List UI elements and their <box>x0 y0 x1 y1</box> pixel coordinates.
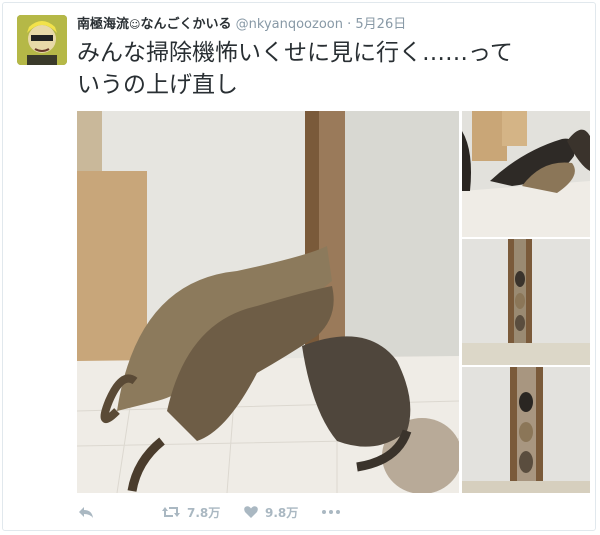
user-handle[interactable]: @nkyanqoozoon <box>236 17 343 32</box>
retweet-button[interactable]: 7.8万 <box>161 500 220 524</box>
photo-main[interactable] <box>77 111 459 493</box>
photo-thumbnail-2[interactable] <box>462 239 590 365</box>
tweet-card: 南極海流☺なんごくかいる @nkyanqoozoon · 5月26日 みんな掃除… <box>2 2 596 531</box>
reply-button[interactable] <box>77 500 95 524</box>
retweet-count: 7.8万 <box>187 505 221 520</box>
reply-icon <box>77 504 95 520</box>
separator: · <box>347 17 352 32</box>
tweet-text: みんな掃除機怖いくせに見に行く……って いうの上げ直し <box>77 40 513 98</box>
tweet-date[interactable]: 5月26日 <box>355 17 406 32</box>
tweet-header: 南極海流☺なんごくかいる @nkyanqoozoon · 5月26日 <box>77 15 406 35</box>
media-grid <box>77 111 590 493</box>
more-dots-icon <box>321 504 341 520</box>
photo-thumbnail-3[interactable] <box>462 367 590 493</box>
like-count: 9.8万 <box>265 505 299 520</box>
like-button[interactable]: 9.8万 <box>243 500 298 524</box>
more-button[interactable] <box>321 500 341 524</box>
photo-thumbnail-1[interactable] <box>462 111 590 237</box>
retweet-icon <box>161 504 181 520</box>
heart-icon <box>243 504 259 520</box>
emoji-icon: ☺ <box>129 18 141 31</box>
avatar[interactable] <box>17 15 67 65</box>
display-name-suffix[interactable]: なんごくかいる <box>140 17 231 32</box>
display-name[interactable]: 南極海流 <box>77 17 129 32</box>
